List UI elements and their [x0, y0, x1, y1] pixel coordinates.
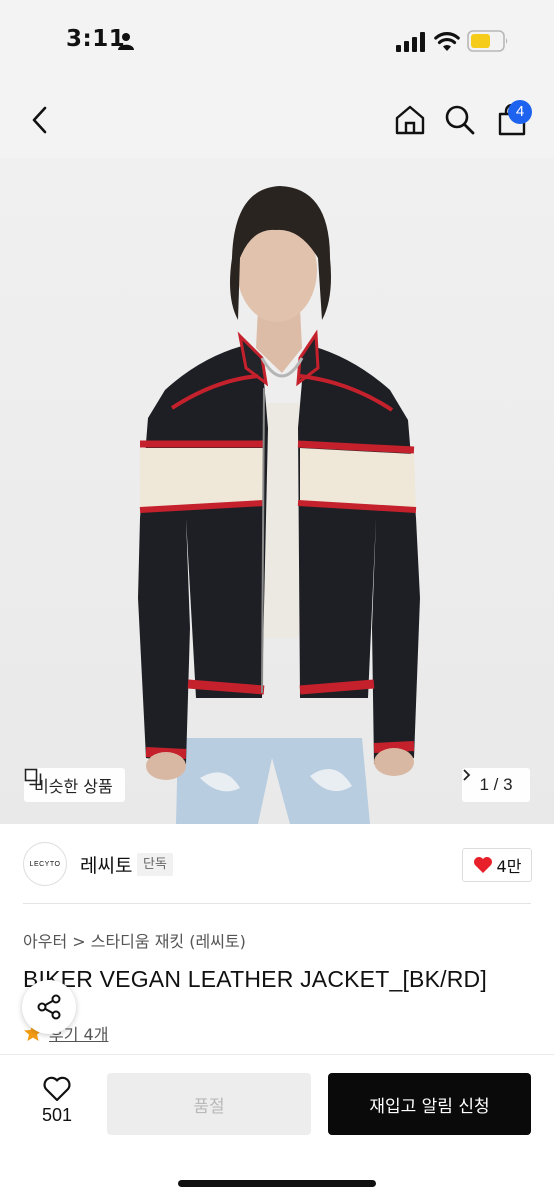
heart-filled-icon: [473, 857, 492, 873]
brand-name[interactable]: 레씨토: [80, 851, 132, 878]
sold-out-label: 품절: [193, 1096, 225, 1117]
battery-icon: [467, 30, 508, 52]
divider: [23, 903, 531, 904]
product-image-carousel[interactable]: 비슷한 상품 1 / 3: [0, 158, 554, 824]
chevron-right-icon: [463, 769, 471, 781]
home-icon: [395, 105, 425, 135]
search-button[interactable]: [442, 102, 478, 138]
home-button[interactable]: [392, 102, 428, 138]
product-title: BIKER VEGAN LEATHER JACKET_[BK/RD]: [23, 966, 487, 992]
similar-items-icon: [24, 768, 42, 786]
share-button[interactable]: [22, 980, 76, 1034]
home-indicator: [178, 1180, 376, 1187]
page-indicator-text: 1 / 3: [479, 775, 513, 794]
navigation-bar: [0, 84, 554, 158]
cellular-signal-icon: [396, 32, 425, 52]
product-photo: [138, 186, 420, 824]
restock-label: 재입고 알림 신청: [369, 1096, 490, 1117]
brand-like-button[interactable]: 4만: [462, 848, 532, 882]
chevron-left-icon: [32, 106, 47, 134]
heart-outline-icon: [43, 1076, 71, 1102]
brand-logo-text: LECYTO: [29, 860, 61, 868]
status-bar: 3:11: [0, 0, 554, 84]
brand-row: LECYTO 레씨토 단독 4만: [0, 824, 554, 904]
similar-products-button[interactable]: 비슷한 상품: [24, 768, 125, 802]
restock-notification-button[interactable]: 재입고 알림 신청: [328, 1073, 531, 1135]
breadcrumb[interactable]: 아우터 > 스타디움 재킷 (레씨토): [23, 928, 246, 952]
bottom-action-bar: 501 품절 재입고 알림 신청: [0, 1054, 554, 1200]
wifi-icon: [434, 32, 460, 51]
sold-out-button: 품절: [107, 1073, 311, 1135]
search-icon: [445, 105, 475, 135]
back-button[interactable]: [22, 102, 58, 138]
cart-count-badge: 4: [508, 100, 532, 124]
exclusive-badge: 단독: [137, 853, 173, 876]
person-icon: [118, 33, 134, 50]
similar-products-label: 비슷한 상품: [34, 777, 113, 796]
share-icon: [37, 994, 61, 1020]
wishlist-button[interactable]: 501: [30, 1075, 84, 1133]
brand-logo[interactable]: LECYTO: [23, 842, 67, 886]
wishlist-count: 501: [41, 1105, 73, 1125]
image-page-indicator[interactable]: 1 / 3: [462, 768, 530, 802]
brand-like-count: 4만: [496, 857, 522, 876]
